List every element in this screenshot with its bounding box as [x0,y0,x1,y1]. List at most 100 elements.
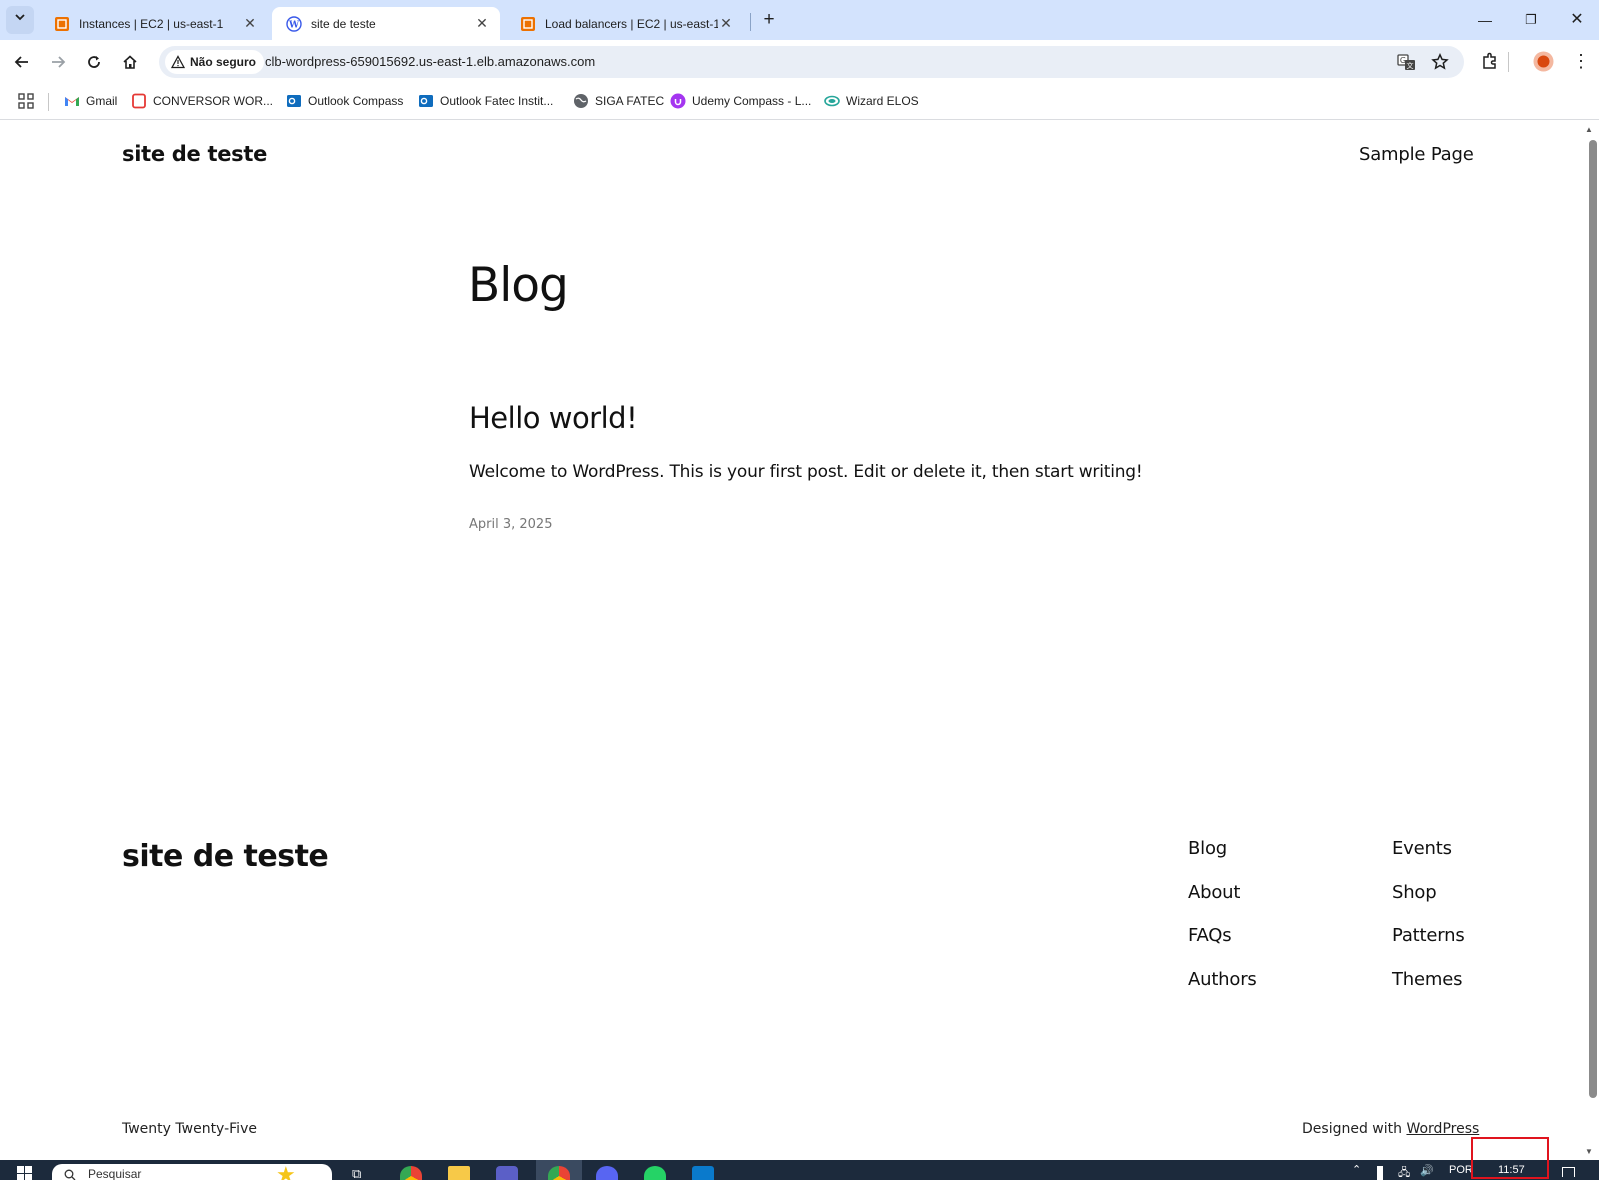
aws-icon [55,16,69,31]
scroll-down-arrow-icon[interactable]: ▼ [1585,1147,1593,1156]
restore-button[interactable]: ❐ [1516,8,1546,32]
security-label: Não seguro [190,55,257,69]
tab-instances[interactable]: Instances | EC2 | us-east-1 ✕ [40,7,268,40]
bookmark-label: CONVERSOR WOR... [153,94,274,108]
bookmark-siga-fatec[interactable]: SIGA FATEC [573,91,664,111]
converter-icon [132,93,146,109]
gmail-icon [65,97,79,106]
taskbar-search-input[interactable]: Pesquisar ★ [52,1164,332,1180]
home-button[interactable] [117,49,143,75]
close-icon[interactable]: ✕ [242,15,258,32]
url-text[interactable]: clb-wordpress-659015692.us-east-1.elb.am… [265,54,595,69]
new-tab-button[interactable]: + [754,8,784,32]
wordpress-icon: W [286,15,302,32]
security-indicator[interactable]: Não seguro [165,50,265,74]
chrome-active-icon[interactable] [548,1166,570,1180]
bookmark-conversor[interactable]: CONVERSOR WOR... [131,91,273,111]
whatsapp-icon[interactable] [644,1166,666,1180]
udemy-icon [670,93,686,109]
teams-icon[interactable] [496,1166,518,1180]
footer-link-themes[interactable]: Themes [1392,969,1462,990]
minimize-button[interactable]: — [1470,8,1500,32]
bookmark-label: SIGA FATEC [595,94,665,108]
tab-label: site de teste [311,16,376,31]
post-excerpt: Welcome to WordPress. This is your first… [469,462,1143,482]
scrollbar-thumb[interactable] [1589,140,1597,1098]
windows-taskbar: Pesquisar ★ ⧉ ⌃ 🖧 🔊 POR 11:57 [0,1160,1599,1180]
close-window-button[interactable]: ✕ [1562,8,1592,32]
translate-icon[interactable]: G文 [1397,53,1416,72]
reload-button[interactable] [81,49,107,75]
language-indicator[interactable]: POR [1449,1164,1473,1176]
tab-site-de-teste[interactable]: W site de teste ✕ [272,7,500,40]
arrow-right-icon [52,56,66,68]
task-view-icon[interactable]: ⧉ [352,1166,374,1180]
chrome-icon[interactable] [400,1166,422,1180]
bookmark-label: Outlook Compass [308,94,404,108]
footer-link-faqs[interactable]: FAQs [1188,925,1232,946]
volume-icon[interactable]: 🔊 [1420,1164,1434,1177]
footer-link-events[interactable]: Events [1392,838,1452,859]
warning-icon [171,55,185,69]
nav-sample-page[interactable]: Sample Page [1359,144,1474,165]
bookmark-outlook-compass[interactable]: Outlook Compass [286,91,403,111]
discord-icon[interactable] [596,1166,618,1180]
bookmark-wizard-elos[interactable]: Wizard ELOS [824,91,919,111]
post-title-link[interactable]: Hello world! [469,401,638,435]
forward-button[interactable] [45,49,71,75]
svg-text:W: W [288,20,300,30]
post-date[interactable]: April 3, 2025 [469,517,552,532]
footer-site-title[interactable]: site de teste [122,839,329,874]
footer-link-blog[interactable]: Blog [1188,838,1227,859]
footer-link-patterns[interactable]: Patterns [1392,925,1465,946]
address-bar[interactable]: Não seguro clb-wordpress-659015692.us-ea… [159,46,1464,78]
footer-link-about[interactable]: About [1188,882,1240,903]
aws-icon [521,16,535,31]
bookmark-label: Gmail [86,94,118,108]
bookmark-gmail[interactable]: Gmail [64,91,117,111]
toolbar-divider [1508,52,1509,72]
vscode-icon[interactable] [692,1166,714,1180]
wordpress-link[interactable]: WordPress [1406,1121,1479,1137]
outlook-icon [419,95,433,107]
footer-designed-with: Designed with WordPress [1302,1121,1479,1137]
star-icon[interactable] [1431,53,1449,71]
battery-icon[interactable] [1377,1166,1383,1180]
tab-divider [750,13,751,31]
clock-highlight-box [1471,1137,1549,1179]
close-icon[interactable]: ✕ [718,15,734,32]
page-title: Blog [468,258,569,313]
tray-chevron-up-icon[interactable]: ⌃ [1352,1163,1361,1176]
scroll-up-arrow-icon[interactable]: ▲ [1585,125,1593,134]
tab-load-balancers[interactable]: Load balancers | EC2 | us-east-1 ✕ [506,7,744,40]
footer-link-shop[interactable]: Shop [1392,882,1437,903]
extensions-icon[interactable] [1481,52,1499,70]
webpage-viewport: site de teste Sample Page Blog Hello wor… [0,121,1580,1159]
back-button[interactable] [9,49,35,75]
bookmarks-bar: Gmail CONVERSOR WOR... Outlook Compass O… [0,83,1599,120]
file-explorer-icon[interactable] [448,1166,470,1180]
designed-prefix: Designed with [1302,1121,1402,1137]
footer-theme-name: Twenty Twenty-Five [122,1121,257,1137]
bookmark-outlook-fatec[interactable]: Outlook Fatec Instit... [418,91,553,111]
reload-icon [88,56,100,68]
close-icon[interactable]: ✕ [474,15,490,32]
windows-start-icon[interactable] [17,1166,33,1180]
bookmarks-divider [48,93,49,111]
tab-search-button[interactable] [6,6,34,34]
arrow-left-icon [14,56,28,68]
footer-link-authors[interactable]: Authors [1188,969,1257,990]
wizard-icon [824,95,840,107]
browser-tab-strip: Instances | EC2 | us-east-1 ✕ W site de … [0,0,1599,40]
site-title-link[interactable]: site de teste [122,142,267,166]
globe-icon [574,94,588,108]
network-icon[interactable]: 🖧 [1398,1164,1410,1180]
notifications-icon[interactable] [1562,1167,1575,1177]
bookmark-label: Wizard ELOS [846,94,919,108]
profile-avatar-icon[interactable] [1533,51,1554,72]
bookmark-udemy[interactable]: Udemy Compass - L... [670,91,811,111]
browser-toolbar: Não seguro clb-wordpress-659015692.us-ea… [0,40,1599,83]
apps-grid-icon[interactable] [18,93,34,109]
menu-kebab-icon[interactable]: ⋮ [1572,51,1590,71]
bookmark-label: Outlook Fatec Instit... [440,94,554,108]
